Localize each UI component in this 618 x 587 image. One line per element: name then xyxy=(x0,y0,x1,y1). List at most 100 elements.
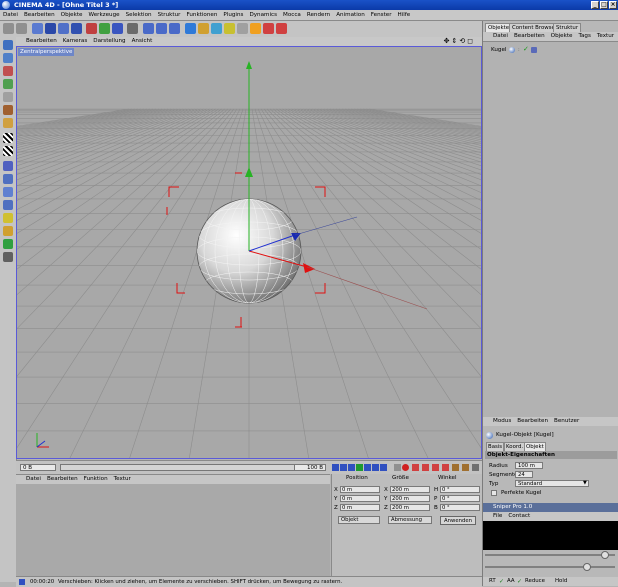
goto-end-icon[interactable] xyxy=(380,464,387,471)
obj-menu-bearbeiten[interactable]: Bearbeiten xyxy=(511,32,548,41)
animate-icon[interactable] xyxy=(3,174,13,184)
step-back-icon[interactable] xyxy=(348,464,355,471)
position-y-field[interactable]: 0 m xyxy=(340,495,380,502)
snap-icon[interactable] xyxy=(3,187,13,197)
mat-menu-bearbeiten[interactable]: Bearbeiten xyxy=(44,475,81,484)
perfect-sphere-checkbox[interactable] xyxy=(491,490,497,496)
vp-menu-darstellung[interactable]: Darstellung xyxy=(90,37,128,46)
goto-start-icon[interactable] xyxy=(332,464,339,471)
use-axis-tool-icon[interactable] xyxy=(3,79,13,89)
checker-icon[interactable] xyxy=(3,133,13,143)
mat-menu-textur[interactable]: Textur xyxy=(111,475,134,484)
live-selection-icon[interactable] xyxy=(32,23,43,34)
menu-funktionen[interactable]: Funktionen xyxy=(183,10,220,20)
magnet-icon[interactable] xyxy=(3,226,13,236)
auto-key-icon[interactable] xyxy=(412,464,419,471)
viewport-nav-icons[interactable]: ✥⇕⟲◻ xyxy=(441,37,478,46)
menu-mocca[interactable]: Mocca xyxy=(280,10,304,20)
soft-selection-icon[interactable] xyxy=(3,213,13,223)
x-axis-icon[interactable] xyxy=(86,23,97,34)
step-forward-icon[interactable] xyxy=(364,464,371,471)
coord-mode-select[interactable]: Objekt xyxy=(338,516,380,524)
deformer-icon[interactable] xyxy=(224,23,235,34)
vp-menu-bearbeiten[interactable]: Bearbeiten xyxy=(16,37,60,46)
menu-dynamics[interactable]: Dynamics xyxy=(246,10,280,20)
tab-struktur[interactable]: Struktur xyxy=(553,23,582,32)
menu-objekte[interactable]: Objekte xyxy=(58,10,86,20)
sniper-slider-2[interactable] xyxy=(485,566,615,568)
attr-menu-benutzer[interactable]: Benutzer xyxy=(551,417,582,426)
object-row-kugel[interactable]: Kugel : ✓ xyxy=(485,45,545,54)
record-mode-icon[interactable] xyxy=(394,464,401,471)
z-axis-icon[interactable] xyxy=(112,23,123,34)
rotation-h-field[interactable]: 0 ° xyxy=(440,486,480,493)
render-view-icon[interactable] xyxy=(143,23,154,34)
maximize-button[interactable]: □ xyxy=(600,1,608,9)
spline-icon[interactable] xyxy=(211,23,222,34)
menu-struktur[interactable]: Struktur xyxy=(155,10,184,20)
cube-object-icon[interactable] xyxy=(185,23,196,34)
obj-menu-datei[interactable]: Datei xyxy=(483,32,511,41)
use-edge-tool-icon[interactable] xyxy=(3,105,13,115)
mat-menu-funktion[interactable]: Funktion xyxy=(81,475,111,484)
tab-objekte[interactable]: Objekte xyxy=(485,23,513,32)
timeline-options-icon[interactable] xyxy=(472,464,479,471)
tweak-tool-icon[interactable] xyxy=(3,161,13,171)
vp-menu-ansicht[interactable]: Ansicht xyxy=(129,37,156,46)
obj-menu-objekte[interactable]: Objekte xyxy=(548,32,576,41)
sniper-slider-1-knob[interactable] xyxy=(601,551,609,559)
sniper-rt-label[interactable]: RT xyxy=(489,577,496,586)
key-pla-icon[interactable] xyxy=(462,464,469,471)
light-icon[interactable] xyxy=(250,23,261,34)
radius-field[interactable]: 100 m xyxy=(515,462,543,469)
redo-icon[interactable] xyxy=(16,23,27,34)
workplane-icon[interactable] xyxy=(3,200,13,210)
rotation-p-field[interactable]: 0 ° xyxy=(440,495,480,502)
sniper-menu-file[interactable]: File xyxy=(483,512,505,521)
3d-viewport[interactable]: Zentralperspektive xyxy=(16,46,482,459)
menu-animation[interactable]: Animation xyxy=(333,10,368,20)
polygon-pen-icon[interactable] xyxy=(276,23,287,34)
sniper-reduce-label[interactable]: Reduce xyxy=(525,577,545,586)
use-model-tool-icon[interactable] xyxy=(3,40,13,50)
menu-datei[interactable]: Datei xyxy=(0,10,21,20)
attr-menu-modus[interactable]: Modus xyxy=(483,417,514,426)
move-tool-icon[interactable] xyxy=(45,23,56,34)
layer-icon[interactable] xyxy=(3,252,13,262)
sniper-reduce-checkbox[interactable]: ✓ xyxy=(517,577,522,586)
visibility-dots-icon[interactable]: : xyxy=(518,46,520,54)
checkmark-icon[interactable]: ✓ xyxy=(523,45,529,53)
key-rotation-icon[interactable] xyxy=(442,464,449,471)
menu-werkzeuge[interactable]: Werkzeuge xyxy=(86,10,123,20)
attr-menu-bearbeiten[interactable]: Bearbeiten xyxy=(514,417,551,426)
obj-menu-textur[interactable]: Textur xyxy=(594,32,617,41)
camera-icon[interactable] xyxy=(263,23,274,34)
scene-icon[interactable] xyxy=(237,23,248,34)
render-picture-icon[interactable] xyxy=(156,23,167,34)
position-z-field[interactable]: 0 m xyxy=(340,504,380,511)
size-y-field[interactable]: 200 m xyxy=(390,495,430,502)
segments-field[interactable]: 24 xyxy=(515,471,533,478)
render-settings-icon[interactable] xyxy=(169,23,180,34)
menu-rendern[interactable]: Rendern xyxy=(304,10,333,20)
key-param-icon[interactable] xyxy=(452,464,459,471)
checker2-icon[interactable] xyxy=(3,146,13,156)
sniper-slider-1[interactable] xyxy=(485,554,615,556)
use-object-tool-icon[interactable] xyxy=(3,53,13,63)
menu-fenster[interactable]: Fenster xyxy=(368,10,395,20)
use-texture-tool-icon[interactable] xyxy=(3,66,13,76)
y-axis-icon[interactable] xyxy=(99,23,110,34)
coordinate-system-icon[interactable] xyxy=(127,23,138,34)
menu-bearbeiten[interactable]: Bearbeiten xyxy=(21,10,58,20)
position-x-field[interactable]: 0 m xyxy=(340,486,380,493)
sniper-menu-contact[interactable]: Contact xyxy=(505,512,533,521)
key-position-icon[interactable] xyxy=(422,464,429,471)
key-scale-icon[interactable] xyxy=(432,464,439,471)
paint-icon[interactable] xyxy=(3,239,13,249)
sniper-aa-label[interactable]: AA xyxy=(507,577,515,586)
sniper-aa-checkbox[interactable]: ✓ xyxy=(499,577,504,586)
undo-icon[interactable] xyxy=(3,23,14,34)
timeline-slider[interactable] xyxy=(60,464,326,471)
use-point-tool-icon[interactable] xyxy=(3,92,13,102)
rotation-b-field[interactable]: 0 ° xyxy=(440,504,480,511)
